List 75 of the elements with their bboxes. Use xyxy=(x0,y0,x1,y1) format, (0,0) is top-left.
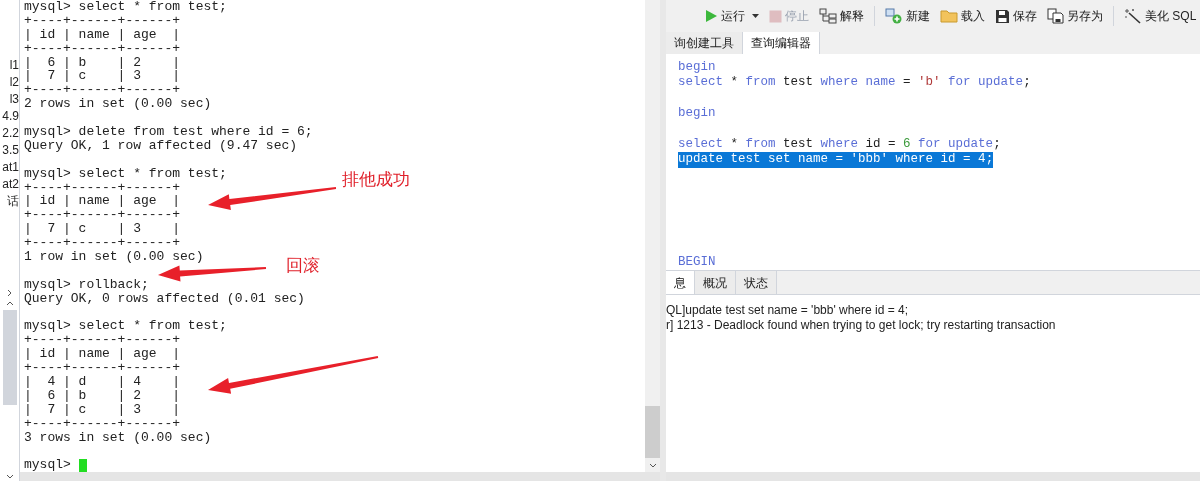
annotation-label: 回滚 xyxy=(286,256,320,276)
code-editor[interactable]: begin select * from test where name = 'b' for update; begin select * from test where id = 6 for update; update test set name = 'bbb' where id = 4; BEGIN xyxy=(666,54,1200,270)
chevron-up-icon[interactable] xyxy=(5,301,14,306)
sidebar-item[interactable]: 4.9 xyxy=(2,108,19,124)
code-line: select * from test where id = 6 for update; xyxy=(678,137,1001,153)
terminal-line: mysql> select * from test; xyxy=(24,0,227,14)
code-line: begin xyxy=(678,60,716,76)
tab[interactable]: 息 xyxy=(666,271,695,294)
folder-icon xyxy=(940,9,958,23)
terminal-line: | 7 | c | 3 | xyxy=(24,402,181,417)
sidebar-item[interactable]: l2 xyxy=(9,74,19,90)
run-button[interactable]: 运行 xyxy=(702,7,761,25)
play-icon xyxy=(704,9,718,23)
save-as-icon xyxy=(1047,8,1064,24)
add-icon xyxy=(885,8,903,24)
sidebar-item[interactable]: 2.2 xyxy=(2,125,19,141)
message-line: QL]update test set name = 'bbb' where id = 4; xyxy=(666,303,910,318)
caret-icon[interactable] xyxy=(752,14,759,18)
terminal-line: +----+------+------+ xyxy=(24,236,181,251)
terminal-line: | 7 | c | 3 | xyxy=(24,69,181,84)
sidebar-item[interactable]: 3.5 xyxy=(2,142,19,158)
save-icon xyxy=(995,8,1010,24)
code-line: begin xyxy=(678,106,716,122)
sidebar-item[interactable]: l1 xyxy=(9,57,19,73)
message-line: r] 1213 - Deadlock found when trying to get lock; try restarting transaction xyxy=(666,318,1057,333)
beautify-button[interactable]: 美化 SQL xyxy=(1122,7,1199,25)
wand-icon xyxy=(1124,8,1142,24)
terminal-line: | 6 | b | 2 | xyxy=(24,388,181,403)
sidebar-item[interactable]: l3 xyxy=(9,91,19,107)
diagram-icon xyxy=(819,8,837,24)
terminal-line: | id | name | age | xyxy=(24,194,181,209)
terminal-line: | 6 | b | 2 | xyxy=(24,55,181,70)
terminal-line: +----+------+------+ xyxy=(24,333,181,348)
scrollbar-thumb[interactable] xyxy=(2,310,17,405)
sidebar-item[interactable]: 话 xyxy=(7,193,19,209)
terminal-line: | 7 | c | 3 | xyxy=(24,222,181,237)
tab[interactable]: 查询编辑器 xyxy=(743,32,820,54)
terminal-line: +----+------+------+ xyxy=(24,416,181,431)
terminal-line: 1 row in set (0.00 sec) xyxy=(24,250,204,264)
terminal-line: 3 rows in set (0.00 sec) xyxy=(24,430,212,445)
explain-button[interactable]: 解释 xyxy=(817,7,866,25)
tab[interactable]: 状态 xyxy=(736,271,777,294)
terminal-line: | 4 | d | 4 | xyxy=(24,375,181,389)
load-button[interactable]: 载入 xyxy=(938,7,987,25)
terminal-line: mysql> select * from test; xyxy=(24,166,227,181)
code-line: select * from test where name = 'b' for update; xyxy=(678,75,1031,91)
terminal-line: mysql> xyxy=(24,458,71,473)
sidebar-item[interactable]: at1 xyxy=(2,159,19,175)
tab[interactable]: 询创建工具 xyxy=(666,32,743,54)
terminal-line: +----+------+------+ xyxy=(24,361,181,376)
annotation-label: 排他成功 xyxy=(342,170,410,190)
terminal-line: | id | name | age | xyxy=(24,347,181,362)
terminal-line: mysql> rollback; xyxy=(24,277,149,292)
terminal-line: +----+------+------+ xyxy=(24,83,181,98)
terminal-line: 2 rows in set (0.00 sec) xyxy=(24,97,212,112)
new-button[interactable]: 新建 xyxy=(883,7,932,25)
chevron-right-icon[interactable] xyxy=(7,289,12,297)
scrollbar-thumb[interactable] xyxy=(645,406,660,458)
save-button[interactable]: 保存 xyxy=(993,7,1039,25)
save-as-button[interactable]: 另存为 xyxy=(1045,7,1105,25)
terminal-line: Query OK, 0 rows affected (0.01 sec) xyxy=(24,291,305,306)
chevron-down-icon[interactable] xyxy=(5,474,14,479)
terminal-line: +----+------+------+ xyxy=(24,41,181,56)
terminal-line: | id | name | age | xyxy=(24,27,181,42)
sidebar-item[interactable]: at2 xyxy=(2,176,19,192)
terminal-line: mysql> select * from test; xyxy=(24,319,227,334)
code-line: BEGIN xyxy=(678,254,716,270)
terminal-line: mysql> delete from test where id = 6; xyxy=(24,125,313,139)
square-icon xyxy=(769,9,782,23)
terminal-line: Query OK, 1 row affected (9.47 sec) xyxy=(24,138,298,153)
terminal-line: +----+------+------+ xyxy=(24,208,181,223)
chevron-down-icon[interactable] xyxy=(648,462,657,468)
terminal-line: +----+------+------+ xyxy=(24,13,181,28)
tab[interactable]: 概况 xyxy=(695,271,736,294)
terminal-line: +----+------+------+ xyxy=(24,180,181,195)
